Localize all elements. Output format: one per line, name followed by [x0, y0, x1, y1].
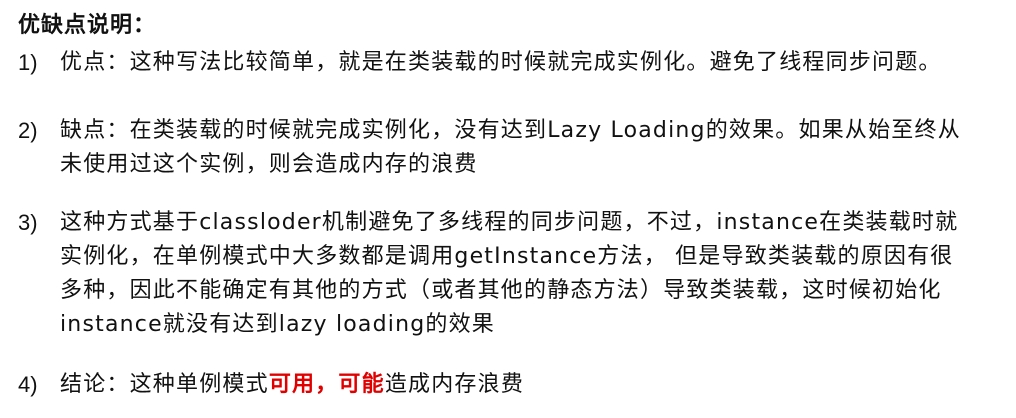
- list-item-number: 2): [18, 118, 38, 143]
- list-item-cons: 2) 缺点：在类装载的时候就完成实例化，没有达到Lazy Loading的效果。…: [18, 114, 998, 182]
- list-item-text: 这种方式基于classloder机制避免了多线程的同步问题，不过，instanc…: [60, 210, 959, 337]
- list-item-text: 优点：这种写法比较简单，就是在类装载的时候就完成实例化。避免了线程同步问题。: [60, 50, 942, 75]
- list-item-text: 缺点：在类装载的时候就完成实例化，没有达到Lazy Loading的效果。如果从…: [60, 118, 961, 177]
- list-item-text: 结论：这种单例模式可用，可能造成内存浪费: [60, 368, 970, 402]
- list-item-conclusion: 4) 结论：这种单例模式可用，可能造成内存浪费: [18, 368, 998, 402]
- section-heading: 优缺点说明：: [18, 13, 157, 38]
- conclusion-text-before: 结论：这种单例模式: [60, 372, 269, 397]
- list-item-pros: 1) 优点：这种写法比较简单，就是在类装载的时候就完成实例化。避免了线程同步问题…: [18, 46, 998, 80]
- list-item-number: 4): [18, 372, 38, 397]
- list-item-number: 1): [18, 50, 38, 75]
- conclusion-text-after: 造成内存浪费: [384, 372, 525, 397]
- highlight-usable: 可用: [268, 372, 316, 397]
- highlight-separator: ，: [315, 372, 339, 397]
- list-item-number: 3): [18, 210, 38, 235]
- highlight-possible: 可能: [338, 372, 385, 397]
- document-page: 优缺点说明： 1) 优点：这种写法比较简单，就是在类装载的时候就完成实例化。避免…: [0, 0, 1016, 418]
- list-item-explanation: 3) 这种方式基于classloder机制避免了多线程的同步问题，不过，inst…: [18, 206, 998, 342]
